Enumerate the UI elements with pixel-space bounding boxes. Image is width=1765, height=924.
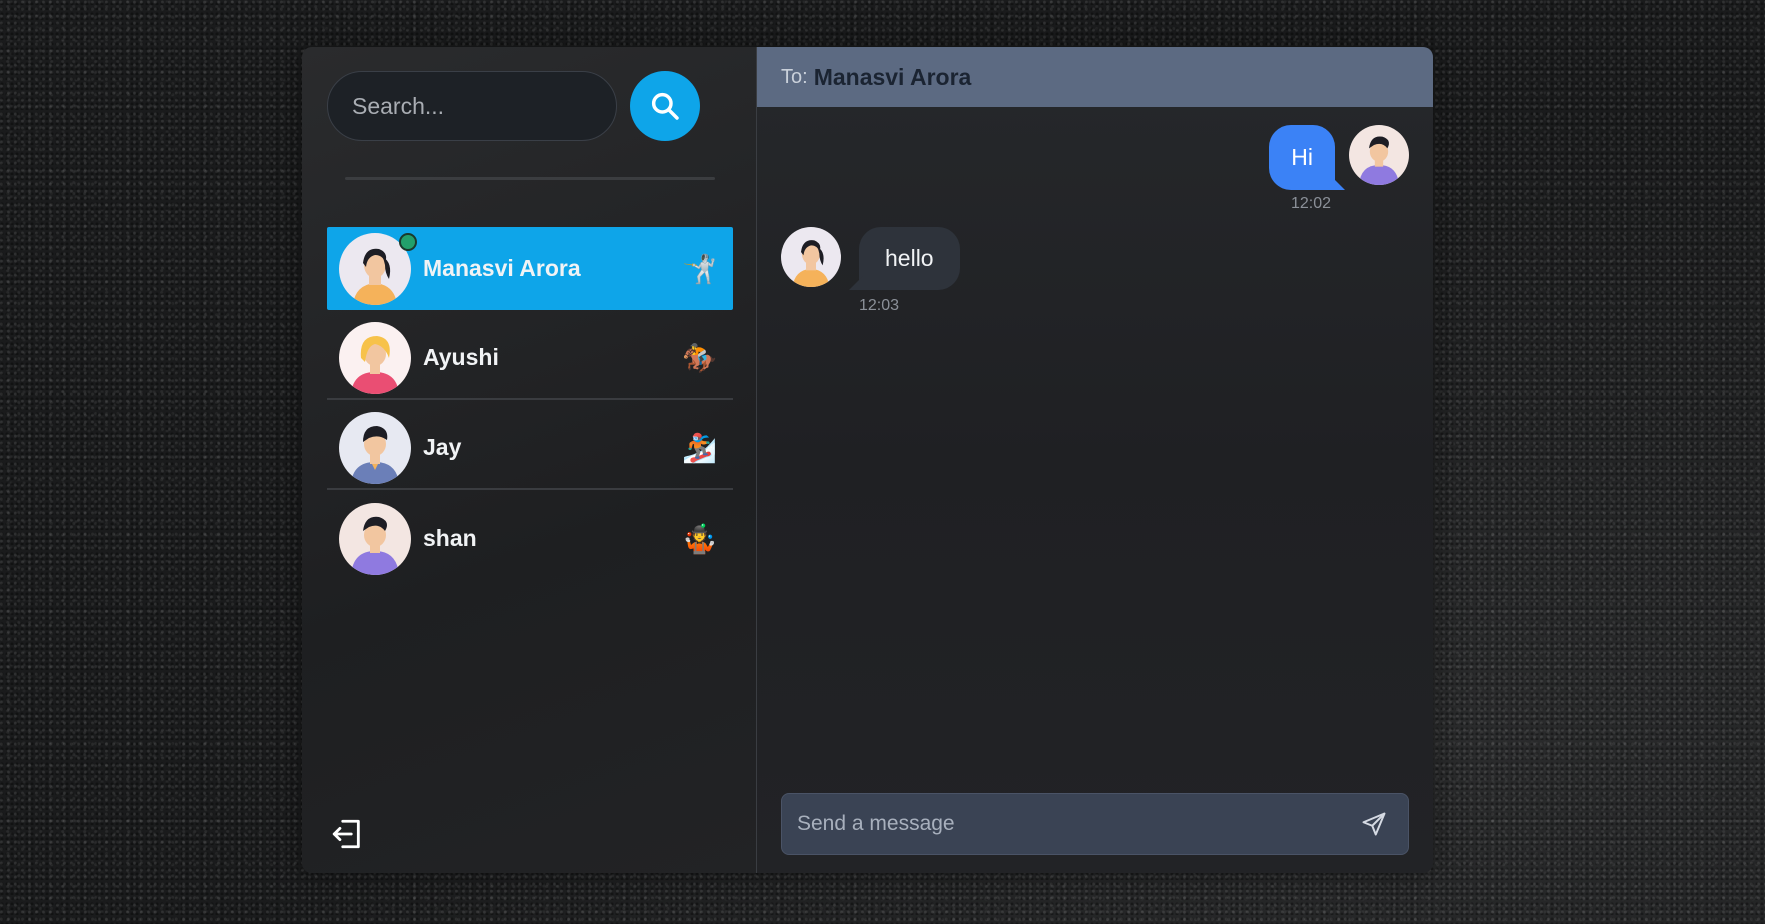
- message-timestamp: 12:02: [1290, 195, 1331, 212]
- contact-emoji: 🏂: [682, 432, 717, 463]
- avatar: [339, 411, 411, 484]
- search-bar: [327, 71, 700, 141]
- search-button[interactable]: [630, 71, 700, 141]
- online-status-indicator: [399, 233, 417, 251]
- contact-emoji: 🏇: [682, 342, 717, 373]
- chat-app-window: Manasvi Arora 🤺 Ayushi 🏇: [302, 47, 1433, 873]
- contact-name: shan: [423, 525, 477, 551]
- contact-item-jay[interactable]: Jay 🏂: [327, 407, 733, 490]
- contact-name: Jay: [423, 434, 462, 460]
- message-timestamp: 12:03: [859, 297, 900, 314]
- contact-item-ayushi[interactable]: Ayushi 🏇: [327, 317, 733, 400]
- logout-button[interactable]: [330, 817, 364, 851]
- contact-item-manasvi-arora[interactable]: Manasvi Arora 🤺: [327, 227, 733, 310]
- send-button[interactable]: [1354, 804, 1394, 844]
- chat-panel: To: Manasvi Arora Hi 12:02 hello 12:03 S…: [757, 47, 1433, 873]
- avatar: [339, 502, 411, 575]
- message-outgoing: Hi: [1269, 125, 1409, 190]
- sidebar-divider: [345, 177, 715, 180]
- message-incoming: hello: [781, 227, 960, 290]
- sidebar: Manasvi Arora 🤺 Ayushi 🏇: [302, 47, 757, 873]
- message-bubble: Hi: [1269, 125, 1345, 190]
- message-input[interactable]: [782, 793, 1354, 855]
- send-icon: [1362, 812, 1386, 836]
- contact-list: Manasvi Arora 🤺 Ayushi 🏇 Jay 🏂 shan 🤹: [327, 227, 733, 587]
- avatar: [1349, 125, 1409, 185]
- recipient-name: Manasvi Arora: [813, 63, 972, 90]
- contact-name: Manasvi Arora: [423, 255, 581, 281]
- chat-header: To: Manasvi Arora: [757, 47, 1433, 107]
- logout-icon: [332, 819, 360, 849]
- contact-emoji: 🤺: [682, 253, 717, 284]
- search-icon: [651, 92, 679, 120]
- search-input[interactable]: [327, 71, 617, 141]
- recipient-label: To:: [781, 65, 808, 88]
- message-bubble: hello: [849, 227, 960, 290]
- contact-name: Ayushi: [423, 344, 499, 370]
- contact-item-shan[interactable]: shan 🤹: [327, 497, 733, 580]
- avatar: [339, 321, 411, 394]
- message-composer: [781, 793, 1409, 855]
- avatar: [781, 227, 841, 287]
- contact-emoji: 🤹: [682, 523, 717, 554]
